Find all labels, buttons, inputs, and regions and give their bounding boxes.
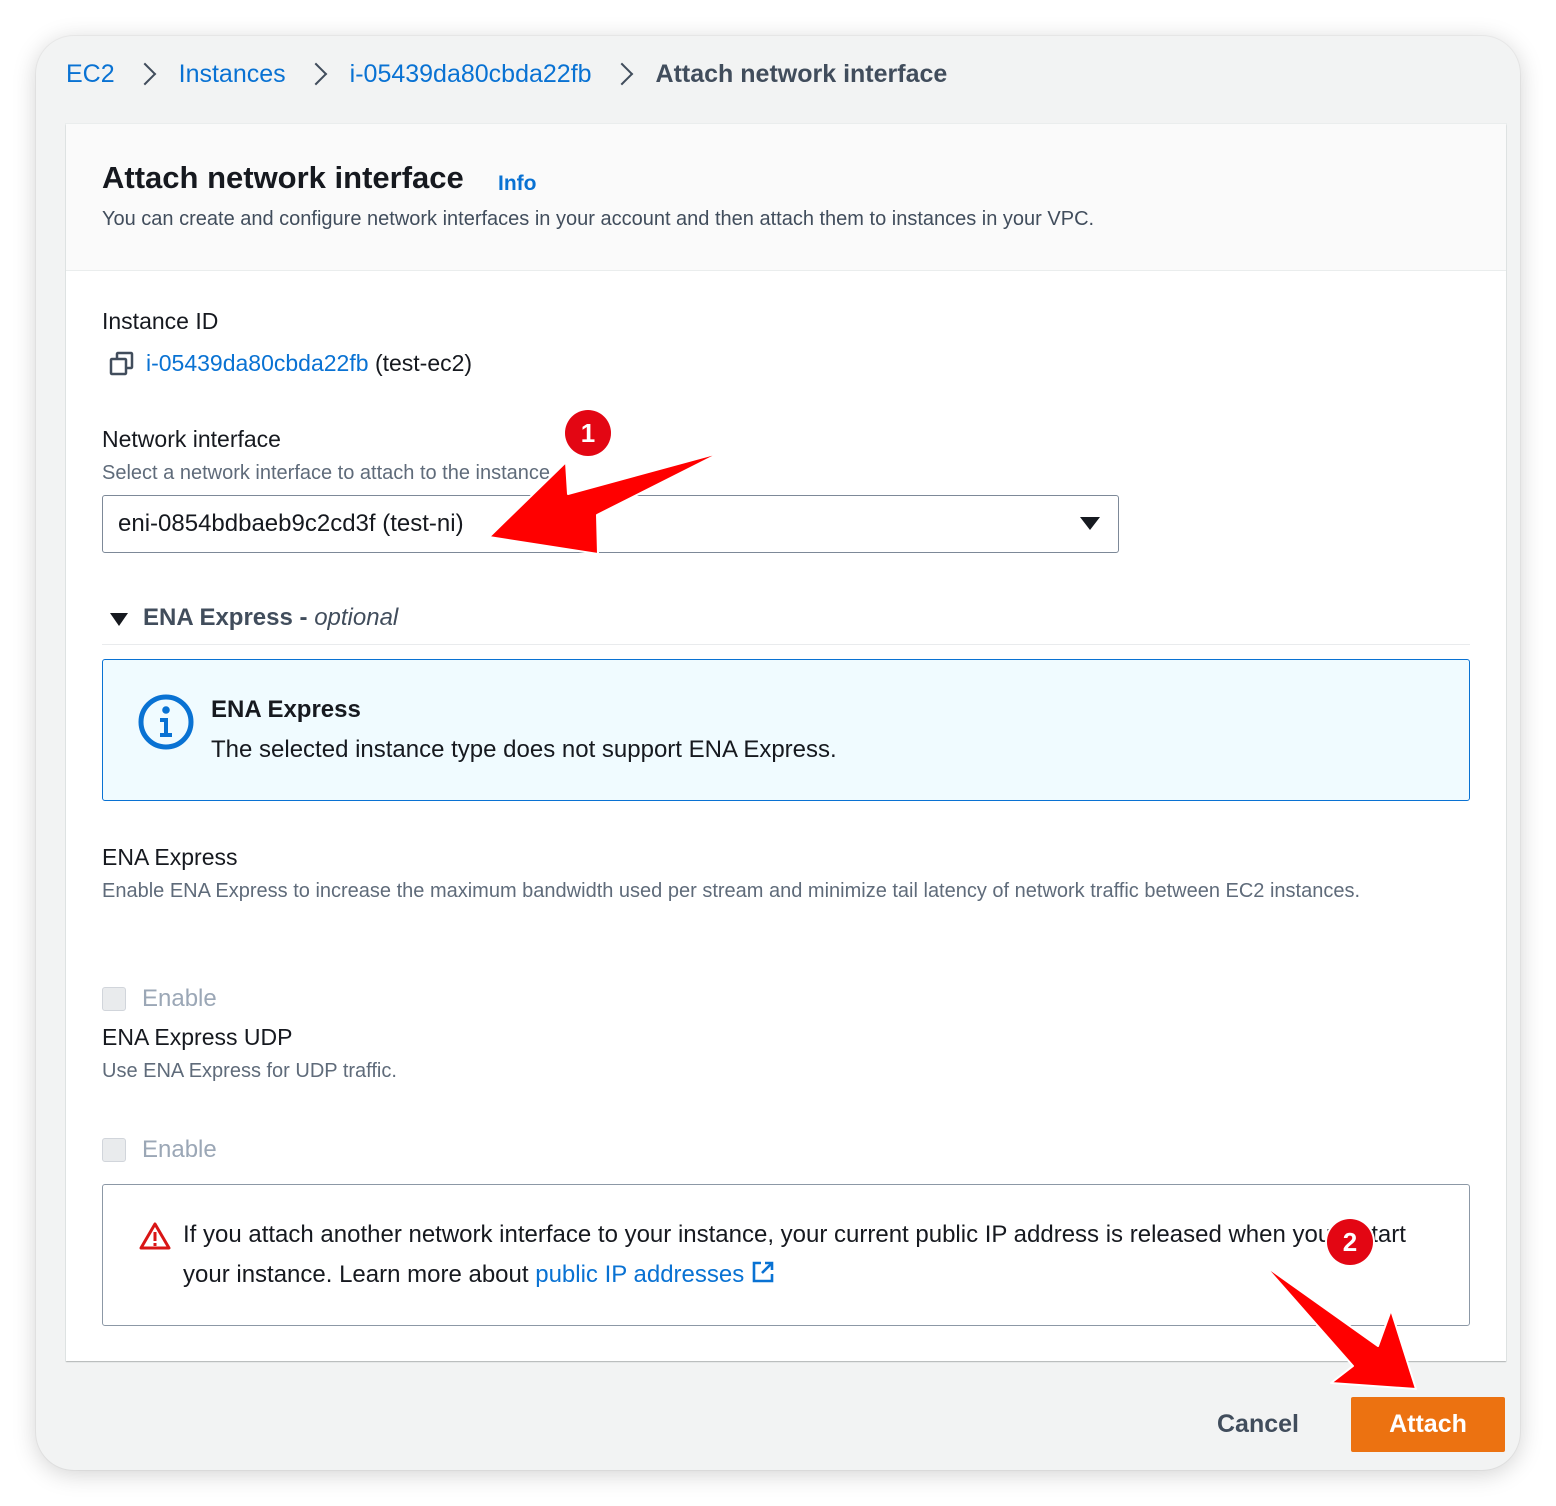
ena-express-expander[interactable]: ENA Express - optional xyxy=(102,598,1470,645)
warning-icon xyxy=(139,1222,171,1250)
caret-down-icon xyxy=(1080,517,1100,530)
ena-express-description: Enable ENA Express to increase the maxim… xyxy=(102,880,1361,902)
ena-info-title: ENA Express xyxy=(211,696,361,723)
ena-section-title-text: ENA Express - xyxy=(143,604,308,631)
ena-info-alert: ENA Express The selected instance type d… xyxy=(102,659,1470,801)
annotation-badge-1: 1 xyxy=(565,410,611,456)
warning-message: If you attach another network interface … xyxy=(183,1221,1406,1288)
external-link-icon xyxy=(752,1261,774,1283)
network-interface-description: Select a network interface to attach to … xyxy=(102,462,551,484)
ena-express-enable[interactable]: Enable xyxy=(102,985,217,1013)
cancel-button[interactable]: Cancel xyxy=(1200,1396,1316,1452)
ena-express-section-title: ENA Express - optional xyxy=(143,604,398,632)
chevron-right-icon xyxy=(306,56,330,92)
caret-down-icon xyxy=(110,613,128,626)
public-ip-link-text: public IP addresses xyxy=(535,1261,745,1288)
instance-id-label: Instance ID xyxy=(102,308,219,334)
ena-express-checkbox-label: Enable xyxy=(142,985,217,1012)
copy-icon[interactable] xyxy=(108,350,136,378)
public-ip-warning-text: If you attach another network interface … xyxy=(183,1215,1443,1295)
breadcrumb-instances[interactable]: Instances xyxy=(179,60,286,89)
ena-info-text: The selected instance type does not supp… xyxy=(211,736,837,763)
modal-frame: EC2 Instances i-05439da80cbda22fb Attach… xyxy=(36,36,1520,1470)
breadcrumb-current: Attach network interface xyxy=(655,59,948,88)
info-icon xyxy=(138,694,194,750)
ena-udp-description: Use ENA Express for UDP traffic. xyxy=(102,1060,397,1082)
chevron-right-icon xyxy=(612,56,636,92)
instance-name: (test-ec2) xyxy=(374,350,473,376)
info-link[interactable]: Info xyxy=(498,172,536,196)
attach-card: Attach network interface Info You can cr… xyxy=(66,124,1506,1361)
ena-section-optional: optional xyxy=(314,604,399,631)
instance-id-value: i-05439da80cbda22fb (test-ec2) xyxy=(146,350,472,377)
breadcrumb: EC2 Instances i-05439da80cbda22fb Attach… xyxy=(66,56,947,92)
page-description: You can create and configure network int… xyxy=(102,208,1095,230)
ena-udp-label: ENA Express UDP xyxy=(102,1024,293,1050)
network-interface-label: Network interface xyxy=(102,426,281,452)
page-title: Attach network interface xyxy=(102,160,464,195)
ena-udp-checkbox[interactable] xyxy=(102,1138,126,1162)
network-interface-selected: eni-0854bdbaeb9c2cd3f (test-ni) xyxy=(118,510,464,537)
breadcrumb-ec2[interactable]: EC2 xyxy=(66,60,115,89)
annotation-badge-2: 2 xyxy=(1327,1219,1373,1265)
ena-express-checkbox[interactable] xyxy=(102,987,126,1011)
instance-id-link[interactable]: i-05439da80cbda22fb xyxy=(146,350,369,376)
ena-udp-enable[interactable]: Enable xyxy=(102,1136,217,1164)
public-ip-warning: If you attach another network interface … xyxy=(102,1184,1470,1326)
attach-button[interactable]: Attach xyxy=(1351,1397,1505,1452)
network-interface-select[interactable]: eni-0854bdbaeb9c2cd3f (test-ni) xyxy=(102,495,1119,553)
card-header: Attach network interface Info You can cr… xyxy=(66,124,1506,271)
public-ip-link[interactable]: public IP addresses xyxy=(535,1261,776,1288)
breadcrumb-instance-id[interactable]: i-05439da80cbda22fb xyxy=(350,60,592,89)
chevron-right-icon xyxy=(135,56,159,92)
ena-udp-checkbox-label: Enable xyxy=(142,1136,217,1163)
ena-express-label: ENA Express xyxy=(102,844,238,870)
